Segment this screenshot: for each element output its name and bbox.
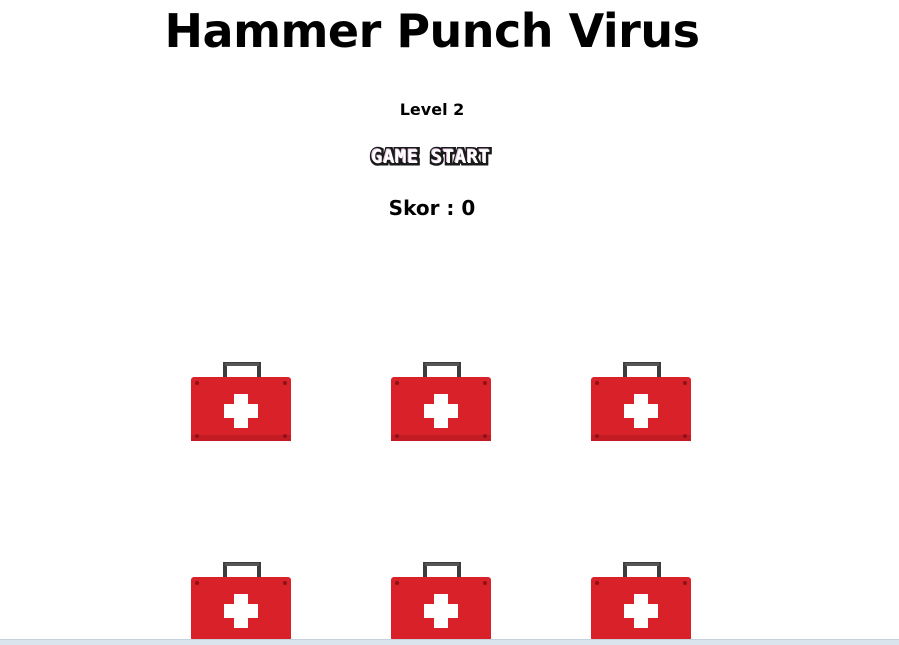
hole-6[interactable] bbox=[589, 562, 693, 642]
first-aid-kit-icon bbox=[391, 362, 491, 441]
first-aid-kit-icon bbox=[191, 562, 291, 641]
game-page: Hammer Punch Virus Level 2 GAME START GA… bbox=[0, 0, 899, 645]
first-aid-kit-icon bbox=[391, 562, 491, 641]
first-aid-kit-icon bbox=[191, 362, 291, 441]
hole-1[interactable] bbox=[189, 362, 293, 442]
game-board bbox=[0, 0, 899, 645]
hole-4[interactable] bbox=[189, 562, 293, 642]
first-aid-kit-icon bbox=[591, 362, 691, 441]
hole-3[interactable] bbox=[589, 362, 693, 442]
hole-5[interactable] bbox=[389, 562, 493, 642]
hole-2[interactable] bbox=[389, 362, 493, 442]
window-bottom-edge bbox=[0, 639, 899, 645]
first-aid-kit-icon bbox=[591, 562, 691, 641]
